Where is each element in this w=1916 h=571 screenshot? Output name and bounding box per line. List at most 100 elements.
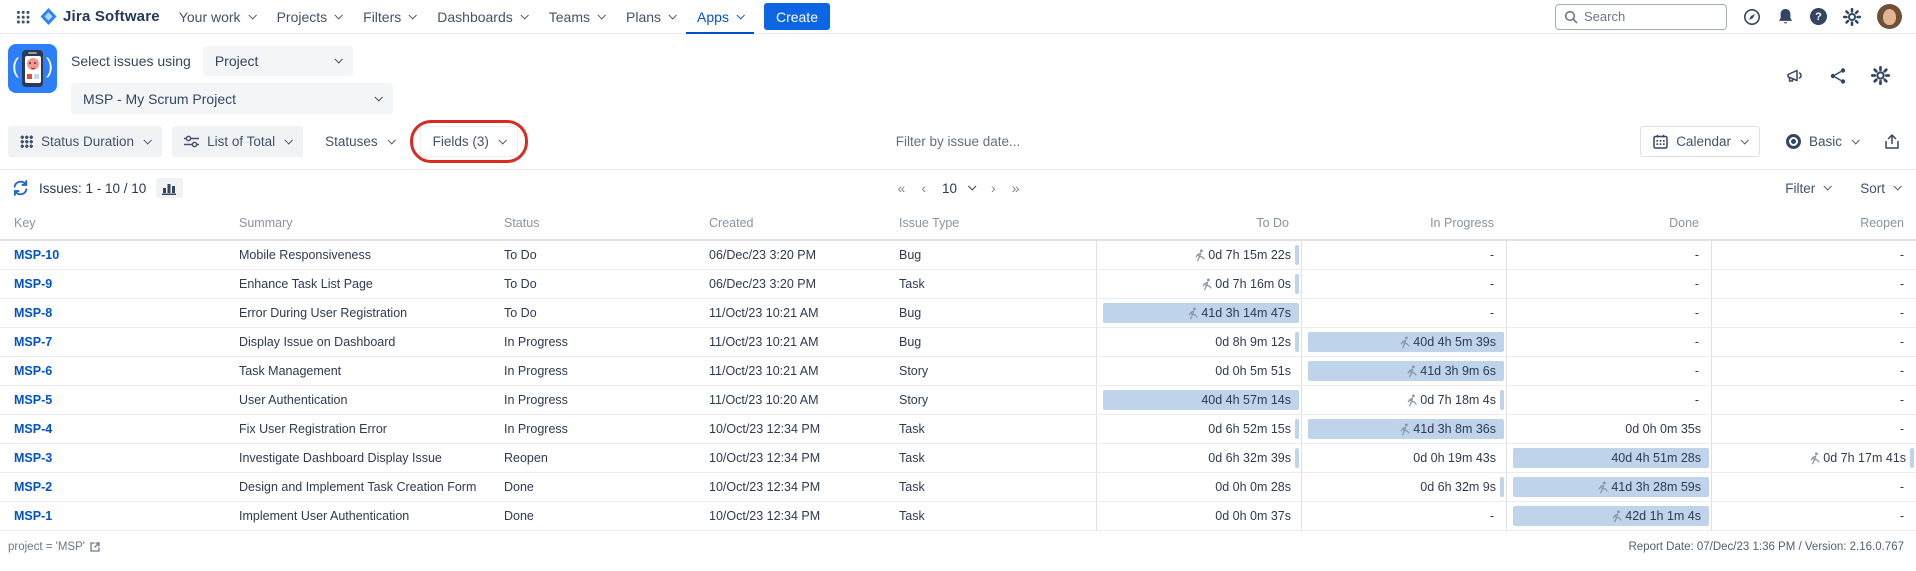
issue-row-msp-6: MSP-6 Task ManagementIn Progress11/Oct/23… [0,357,1916,386]
first-page-button[interactable]: « [898,180,905,196]
aggregation-dropdown[interactable]: List of Total [172,126,303,157]
key-cell: MSP-1 [0,502,225,530]
bar-chart-icon [162,182,177,195]
compass-icon [1743,8,1761,26]
nav-your-work[interactable]: Your work [168,0,266,34]
issue-key-link[interactable]: MSP-7 [14,335,52,349]
issue-key-link[interactable]: MSP-1 [14,509,52,523]
report-date-label: Report Date: 07/Dec/23 1:36 PM / Version… [1628,541,1904,553]
view-grid-icon [20,135,33,148]
app-switcher-button[interactable] [10,4,36,30]
duration-cell: 40d 4h 57m 14s [1096,386,1301,414]
style-dropdown[interactable]: Basic [1774,126,1870,157]
last-page-button[interactable]: » [1012,180,1019,196]
issue-key-link[interactable]: MSP-5 [14,393,52,407]
sort-dropdown[interactable]: Sort [1860,181,1900,196]
issue-table-header: KeySummaryStatusCreatedIssue TypeTo DoIn… [0,206,1916,241]
nav-filters[interactable]: Filters [352,0,426,34]
page-size-select[interactable]: 10 [942,181,974,196]
issue-source-select[interactable]: Project [203,46,353,76]
next-page-button[interactable]: › [991,180,995,196]
column-header-status[interactable]: Status [490,216,695,230]
view-type-dropdown[interactable]: Status Duration [8,126,162,157]
created-cell: 10/Oct/23 12:34 PM [695,415,885,443]
nav-apps[interactable]: Apps [686,0,754,34]
column-header-issue-type[interactable]: Issue Type [885,216,1096,230]
prev-page-button[interactable]: ‹ [921,180,925,196]
help-button[interactable] [1810,8,1827,25]
duration-bar [1500,390,1504,410]
running-status-icon [1610,510,1622,523]
issue-key-link[interactable]: MSP-4 [14,422,52,436]
created-cell: 11/Oct/23 10:21 AM [695,357,885,385]
jira-logo[interactable]: Jira Software [36,8,168,25]
issue-row-msp-3: MSP-3 Investigate Dashboard Display Issue… [0,444,1916,473]
report-header: ( ) Select issues using Project MSP - My… [0,34,1916,118]
global-search[interactable] [1555,4,1727,30]
filter-dropdown[interactable]: Filter [1785,181,1830,196]
column-header-key[interactable]: Key [0,216,225,230]
issue-type-cell: Story [885,357,1096,385]
refresh-button[interactable] [12,180,29,196]
column-header-done[interactable]: Done [1506,216,1711,230]
status-cell: In Progress [490,357,695,385]
summary-cell: Display Issue on Dashboard [225,328,490,356]
summary-cell: Task Management [225,357,490,385]
summary-cell: Investigate Dashboard Display Issue [225,444,490,472]
issue-key-link[interactable]: MSP-6 [14,364,52,378]
issue-date-filter[interactable]: Filter by issue date... [896,134,1021,149]
search-input[interactable] [1584,9,1704,24]
duration-cell: 40d 4h 51m 28s [1506,444,1711,472]
issue-key-link[interactable]: MSP-10 [14,248,59,262]
export-button[interactable] [1884,133,1900,150]
duration-cell: 0d 6h 32m 39s [1096,444,1301,472]
settings-button[interactable] [1843,8,1861,26]
column-header-reopen[interactable]: Reopen [1711,216,1916,230]
discover-button[interactable] [1743,8,1761,26]
issue-key-link[interactable]: MSP-3 [14,451,52,465]
blue-square [34,74,39,79]
user-profile-button[interactable] [1877,4,1902,29]
column-header-summary[interactable]: Summary [225,216,490,230]
column-header-in-progress[interactable]: In Progress [1301,216,1506,230]
issue-row-msp-4: MSP-4Fix User Registration ErrorIn Progr… [0,415,1916,444]
notifications-button[interactable] [1777,8,1794,26]
pagination: « ‹ 10 › » [898,180,1019,196]
red-square [27,74,32,79]
chevron-down-icon [334,55,342,63]
share-button[interactable] [1829,67,1847,85]
nav-teams[interactable]: Teams [538,0,615,34]
report-footer: project = 'MSP' Report Date: 07/Dec/23 1… [0,531,1916,553]
chevron-down-icon [520,11,528,19]
duration-cell: 0d 8h 9m 12s [1096,328,1301,356]
feedback-button[interactable] [1786,67,1805,85]
project-select[interactable]: MSP - My Scrum Project [71,83,393,114]
fields-dropdown[interactable]: Fields (3) [420,126,518,157]
chart-view-button[interactable] [156,178,183,198]
smiley-face-icon [27,58,39,70]
jql-link[interactable]: project = 'MSP' [8,541,101,553]
issue-type-cell: Task [885,473,1096,501]
issue-key-link[interactable]: MSP-9 [14,277,52,291]
summary-cell: Implement User Authentication [225,502,490,530]
issue-table-body: MSP-10Mobile ResponsivenessTo Do06/Dec/2… [0,241,1916,531]
nav-dashboards[interactable]: Dashboards [426,0,538,34]
calendar-dropdown[interactable]: Calendar [1640,126,1760,157]
duration-cell: 0d 7h 18m 4s [1301,386,1506,414]
key-cell: MSP-2 [0,473,225,501]
duration-cell: 41d 3h 14m 47s [1096,299,1301,327]
issue-type-cell: Bug [885,241,1096,269]
issue-key-link[interactable]: MSP-8 [14,306,52,320]
create-button[interactable]: Create [764,3,830,30]
nav-projects[interactable]: Projects [266,0,353,34]
decorative-paren: ) [46,55,53,79]
column-header-to-do[interactable]: To Do [1096,216,1301,230]
duration-cell: 0d 6h 32m 9s [1301,473,1506,501]
nav-plans[interactable]: Plans [615,0,686,34]
issue-type-cell: Task [885,502,1096,530]
statuses-dropdown[interactable]: Statuses [313,126,406,157]
duration-bar [1500,477,1504,497]
column-header-created[interactable]: Created [695,216,885,230]
gadget-settings-button[interactable] [1871,66,1890,85]
issue-key-link[interactable]: MSP-2 [14,480,52,494]
